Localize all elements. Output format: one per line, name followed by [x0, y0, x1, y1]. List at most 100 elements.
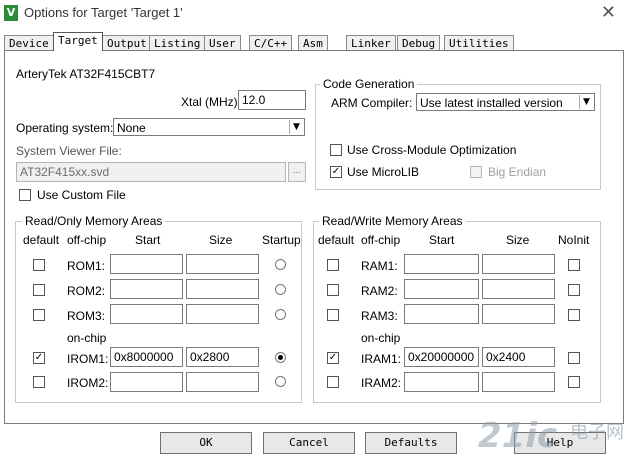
xtal-input[interactable] — [238, 90, 306, 110]
rom3-label: ROM3: — [67, 309, 106, 323]
compiler-value: Use latest installed version — [420, 96, 563, 110]
tab-listing[interactable]: Listing — [149, 35, 206, 51]
tab-debug[interactable]: Debug — [397, 35, 441, 51]
check-mark-icon: ✓ — [331, 166, 341, 177]
ro-onchip-label: on-chip — [67, 331, 107, 345]
use-custom-file-label: Use Custom File — [37, 188, 126, 202]
iram2-size-input[interactable] — [482, 372, 555, 392]
rom1-size-input[interactable] — [186, 254, 259, 274]
rom2-start-input[interactable] — [110, 279, 183, 299]
irom2-startup-radio[interactable] — [275, 376, 286, 387]
ram3-size-input[interactable] — [482, 304, 555, 324]
rom1-startup-radio[interactable] — [275, 259, 286, 270]
tab-c-cpp[interactable]: C/C++ — [249, 35, 293, 51]
rw-header-noinit: NoInit — [558, 233, 590, 247]
ram1-size-input[interactable] — [482, 254, 555, 274]
watermark-logo: 21ic 电子网 — [474, 410, 630, 463]
iram1-checkbox[interactable]: ✓ — [327, 352, 339, 364]
big-endian-checkbox — [470, 166, 482, 178]
rw-memory-title: Read/Write Memory Areas — [319, 214, 466, 228]
rom3-start-input[interactable] — [110, 304, 183, 324]
ram1-label: RAM1: — [361, 259, 398, 273]
rom1-checkbox[interactable] — [33, 259, 45, 271]
rom2-checkbox[interactable] — [33, 284, 45, 296]
ram2-checkbox[interactable] — [327, 284, 339, 296]
cross-module-label: Use Cross-Module Optimization — [347, 143, 517, 157]
irom2-label: IROM2: — [67, 376, 109, 390]
microlib-label: Use MicroLIB — [347, 165, 420, 179]
rom1-start-input[interactable] — [110, 254, 183, 274]
rw-header-size: Size — [506, 233, 530, 247]
ro-header-start: Start — [135, 233, 161, 247]
rw-header-default: default — [318, 233, 355, 247]
os-select[interactable]: None ▼ — [113, 118, 305, 136]
rom3-checkbox[interactable] — [33, 309, 45, 321]
ram2-noinit-checkbox[interactable] — [568, 284, 580, 296]
iram2-checkbox[interactable] — [327, 376, 339, 388]
ro-header-startup: Startup — [262, 233, 301, 247]
ram3-start-input[interactable] — [404, 304, 479, 324]
iram1-size-input[interactable] — [482, 347, 555, 367]
ram2-label: RAM2: — [361, 284, 398, 298]
ram3-checkbox[interactable] — [327, 309, 339, 321]
ram1-checkbox[interactable] — [327, 259, 339, 271]
os-value: None — [117, 121, 146, 135]
rw-header-offchip: off-chip — [361, 233, 401, 247]
ro-memory-title: Read/Only Memory Areas — [22, 214, 166, 228]
irom2-checkbox[interactable] — [33, 376, 45, 388]
ro-header-size: Size — [209, 233, 233, 247]
target-panel: ArteryTek AT32F415CBT7 Xtal (MHz): Opera… — [4, 50, 624, 424]
rom2-startup-radio[interactable] — [275, 284, 286, 295]
iram2-noinit-checkbox[interactable] — [568, 376, 580, 388]
irom1-size-input[interactable] — [186, 347, 259, 367]
tab-user[interactable]: User — [204, 35, 241, 51]
chevron-down-icon: ▼ — [289, 120, 303, 134]
iram1-noinit-checkbox[interactable] — [568, 352, 580, 364]
defaults-button[interactable]: Defaults — [365, 432, 457, 454]
cancel-button[interactable]: Cancel — [263, 432, 355, 454]
tab-linker[interactable]: Linker — [346, 35, 396, 51]
irom1-checkbox[interactable]: ✓ — [33, 352, 45, 364]
irom1-startup-radio[interactable] — [275, 352, 286, 363]
close-icon[interactable]: ✕ — [601, 2, 616, 23]
title-bar: V Options for Target 'Target 1' ✕ — [0, 0, 630, 28]
tab-strip: Device Target Output Listing User C/C++ … — [4, 32, 624, 51]
compiler-label: ARM Compiler: — [331, 96, 413, 110]
irom1-start-input[interactable] — [110, 347, 183, 367]
tab-output[interactable]: Output — [102, 35, 152, 51]
use-custom-file-checkbox[interactable] — [19, 189, 31, 201]
rom3-size-input[interactable] — [186, 304, 259, 324]
irom1-label: IROM1: — [67, 352, 109, 366]
ram1-noinit-checkbox[interactable] — [568, 259, 580, 271]
tab-device[interactable]: Device — [4, 35, 54, 51]
ram3-label: RAM3: — [361, 309, 398, 323]
iram1-label: IRAM1: — [361, 352, 402, 366]
irom2-size-input[interactable] — [186, 372, 259, 392]
rom3-startup-radio[interactable] — [275, 309, 286, 320]
compiler-select[interactable]: Use latest installed version ▼ — [416, 93, 595, 111]
iram2-label: IRAM2: — [361, 376, 402, 390]
ram2-size-input[interactable] — [482, 279, 555, 299]
ram1-start-input[interactable] — [404, 254, 479, 274]
big-endian-label: Big Endian — [488, 165, 547, 179]
rom2-size-input[interactable] — [186, 279, 259, 299]
tab-utilities[interactable]: Utilities — [444, 35, 514, 51]
tab-target[interactable]: Target — [53, 32, 103, 51]
code-generation-title: Code Generation — [320, 77, 418, 91]
check-mark-icon: ✓ — [34, 352, 44, 363]
iram1-start-input[interactable] — [404, 347, 479, 367]
svd-input — [16, 162, 286, 182]
ram2-start-input[interactable] — [404, 279, 479, 299]
chevron-down-icon: ▼ — [579, 95, 593, 109]
cross-module-checkbox[interactable] — [330, 144, 342, 156]
os-label: Operating system: — [16, 121, 114, 135]
microlib-checkbox[interactable]: ✓ — [330, 166, 342, 178]
ro-header-offchip: off-chip — [67, 233, 107, 247]
watermark-21ic: 21ic — [478, 416, 558, 456]
tab-asm[interactable]: Asm — [298, 35, 328, 51]
ram3-noinit-checkbox[interactable] — [568, 309, 580, 321]
iram2-start-input[interactable] — [404, 372, 479, 392]
irom2-start-input[interactable] — [110, 372, 183, 392]
device-name: ArteryTek AT32F415CBT7 — [16, 67, 156, 81]
ok-button[interactable]: OK — [160, 432, 252, 454]
